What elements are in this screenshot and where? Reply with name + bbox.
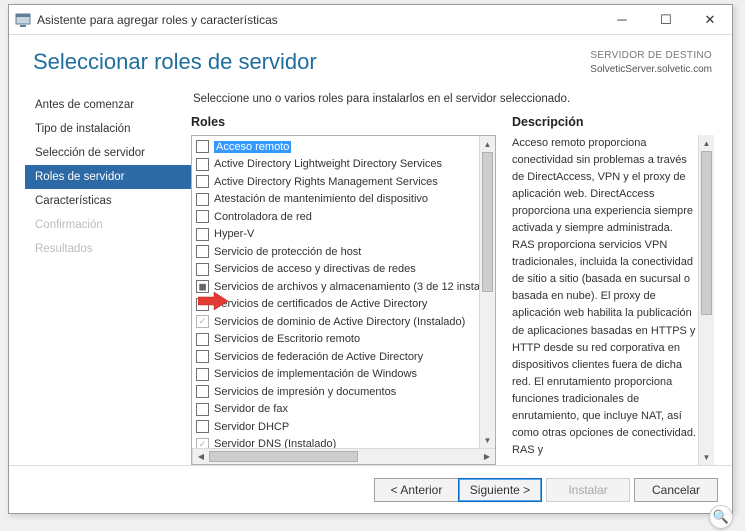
- checkbox[interactable]: [196, 333, 209, 346]
- role-label: Servicios de archivos y almacenamiento (…: [214, 281, 479, 293]
- role-item[interactable]: Controladora de red: [196, 208, 479, 226]
- checkbox[interactable]: [196, 210, 209, 223]
- checkbox[interactable]: [196, 140, 209, 153]
- checkbox[interactable]: [196, 263, 209, 276]
- page-title: Seleccionar roles de servidor: [33, 49, 317, 75]
- roles-vertical-scrollbar[interactable]: ▲ ▼: [479, 136, 495, 448]
- wizard-window: Asistente para agregar roles y caracterí…: [8, 4, 733, 514]
- instruction-text: Seleccione uno o varios roles para insta…: [191, 87, 714, 115]
- role-label: Servicios de certificados de Active Dire…: [214, 298, 427, 310]
- step-1[interactable]: Tipo de instalación: [31, 117, 191, 141]
- scrollbar-thumb[interactable]: [482, 152, 493, 292]
- role-label: Servidor DNS (Instalado): [214, 438, 336, 448]
- checkbox[interactable]: [196, 403, 209, 416]
- role-item: Servidor DNS (Instalado): [196, 436, 479, 449]
- role-label: Servicios de federación de Active Direct…: [214, 351, 423, 363]
- role-label: Servicios de dominio de Active Directory…: [214, 316, 465, 328]
- scroll-up-icon[interactable]: ▲: [699, 135, 714, 151]
- role-item[interactable]: Active Directory Lightweight Directory S…: [196, 156, 479, 174]
- description-text: Acceso remoto proporciona conectividad s…: [512, 135, 698, 465]
- roles-listbox[interactable]: Acceso remoto Active Directory Lightweigh…: [191, 135, 496, 465]
- role-item[interactable]: Servicios de acceso y directivas de rede…: [196, 261, 479, 279]
- step-3[interactable]: Roles de servidor: [25, 165, 191, 189]
- role-item[interactable]: Servicios de Escritorio remoto: [196, 331, 479, 349]
- maximize-button[interactable]: ☐: [644, 5, 688, 35]
- role-item[interactable]: Servidor de fax: [196, 401, 479, 419]
- role-label: Hyper-V: [214, 228, 254, 240]
- app-icon: [15, 12, 31, 28]
- scroll-right-icon[interactable]: ▶: [479, 449, 495, 464]
- checkbox[interactable]: [196, 193, 209, 206]
- wizard-steps: Antes de comenzarTipo de instalaciónSele…: [31, 87, 191, 465]
- titlebar: Asistente para agregar roles y caracterí…: [9, 5, 732, 35]
- destination-server: SolveticServer.solvetic.com: [590, 63, 712, 77]
- scroll-up-icon[interactable]: ▲: [480, 136, 495, 152]
- magnifier-icon: 🔍: [709, 505, 733, 529]
- role-item[interactable]: Active Directory Rights Management Servi…: [196, 173, 479, 191]
- step-2[interactable]: Selección de servidor: [31, 141, 191, 165]
- scroll-left-icon[interactable]: ◀: [193, 449, 209, 464]
- role-label: Servidor de fax: [214, 403, 288, 415]
- step-6: Resultados: [31, 237, 191, 261]
- checkbox[interactable]: [196, 420, 209, 433]
- wizard-footer: < Anterior Siguiente > Instalar Cancelar: [9, 465, 732, 513]
- role-item[interactable]: Servicios de implementación de Windows: [196, 366, 479, 384]
- role-item[interactable]: Servicio de protección de host: [196, 243, 479, 261]
- checkbox[interactable]: [196, 385, 209, 398]
- checkbox[interactable]: [196, 228, 209, 241]
- expand-icon[interactable]: ■: [196, 280, 209, 293]
- checkbox: [196, 438, 209, 448]
- checkbox[interactable]: [196, 298, 209, 311]
- role-item[interactable]: Servicios de federación de Active Direct…: [196, 348, 479, 366]
- roles-horizontal-scrollbar[interactable]: ◀ ▶: [192, 448, 495, 464]
- step-4[interactable]: Características: [31, 189, 191, 213]
- role-item[interactable]: Acceso remoto: [196, 138, 479, 156]
- role-label: Acceso remoto: [214, 141, 291, 153]
- checkbox[interactable]: [196, 175, 209, 188]
- description-heading: Descripción: [512, 115, 714, 129]
- role-label: Controladora de red: [214, 211, 312, 223]
- minimize-button[interactable]: ─: [600, 5, 644, 35]
- role-label: Servicios de impresión y documentos: [214, 386, 396, 398]
- previous-button[interactable]: < Anterior: [374, 478, 458, 502]
- role-item: Servicios de dominio de Active Directory…: [196, 313, 479, 331]
- scrollbar-thumb[interactable]: [209, 451, 358, 462]
- step-5: Confirmación: [31, 213, 191, 237]
- window-controls: ─ ☐ ✕: [600, 5, 732, 35]
- description-vertical-scrollbar[interactable]: ▲ ▼: [698, 135, 714, 465]
- role-label: Servidor DHCP: [214, 421, 289, 433]
- checkbox: [196, 315, 209, 328]
- role-label: Servicio de protección de host: [214, 246, 361, 258]
- role-item[interactable]: Atestación de mantenimiento del disposit…: [196, 191, 479, 209]
- scroll-down-icon[interactable]: ▼: [699, 449, 714, 465]
- wizard-header: Seleccionar roles de servidor SERVIDOR D…: [9, 35, 732, 87]
- role-item[interactable]: Hyper-V: [196, 226, 479, 244]
- role-label: Servicios de acceso y directivas de rede…: [214, 263, 416, 275]
- role-item[interactable]: ■ Servicios de archivos y almacenamiento …: [196, 278, 479, 296]
- checkbox[interactable]: [196, 245, 209, 258]
- role-item[interactable]: Servidor DHCP: [196, 418, 479, 436]
- role-label: Active Directory Lightweight Directory S…: [214, 158, 442, 170]
- role-item[interactable]: Servicios de certificados de Active Dire…: [196, 296, 479, 314]
- next-button[interactable]: Siguiente >: [458, 478, 542, 502]
- role-label: Servicios de implementación de Windows: [214, 368, 417, 380]
- checkbox[interactable]: [196, 368, 209, 381]
- checkbox[interactable]: [196, 158, 209, 171]
- destination-info: SERVIDOR DE DESTINO SolveticServer.solve…: [590, 49, 712, 77]
- destination-label: SERVIDOR DE DESTINO: [590, 49, 712, 63]
- role-label: Active Directory Rights Management Servi…: [214, 176, 438, 188]
- scroll-down-icon[interactable]: ▼: [480, 432, 495, 448]
- roles-heading: Roles: [191, 115, 496, 129]
- install-button[interactable]: Instalar: [546, 478, 630, 502]
- scrollbar-thumb[interactable]: [701, 151, 712, 315]
- cancel-button[interactable]: Cancelar: [634, 478, 718, 502]
- window-title: Asistente para agregar roles y caracterí…: [37, 13, 278, 27]
- role-label: Atestación de mantenimiento del disposit…: [214, 193, 428, 205]
- role-label: Servicios de Escritorio remoto: [214, 333, 360, 345]
- role-item[interactable]: Servicios de impresión y documentos: [196, 383, 479, 401]
- close-button[interactable]: ✕: [688, 5, 732, 35]
- step-0[interactable]: Antes de comenzar: [31, 93, 191, 117]
- checkbox[interactable]: [196, 350, 209, 363]
